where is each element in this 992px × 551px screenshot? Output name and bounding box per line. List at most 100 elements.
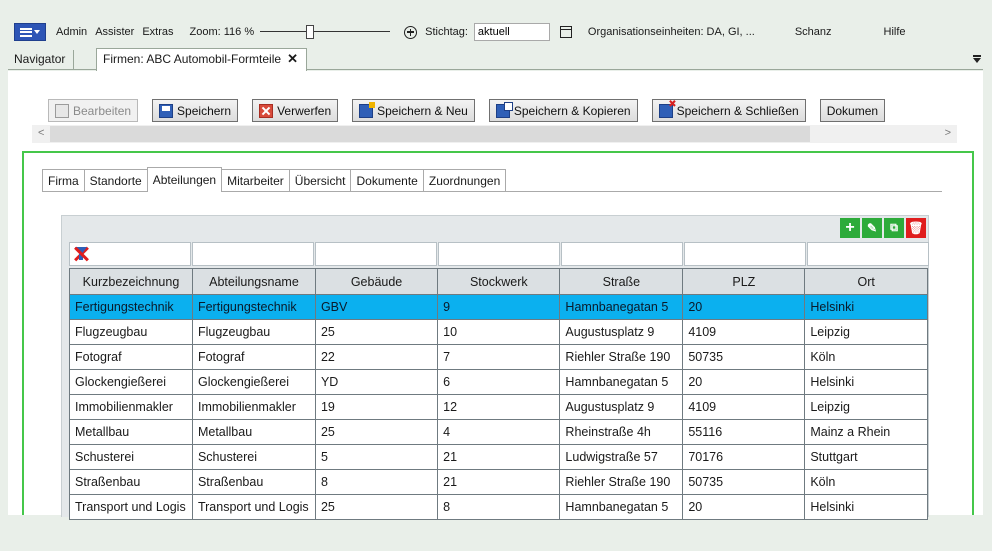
table-row[interactable]: Fotograf Fotograf 22 7 Riehler Straße 190 507…	[69, 344, 928, 370]
departments-grid: + ✎ ⧉ 🗑 Kurzbezeichnung Abteilungsname G…	[61, 215, 929, 520]
filter-plz[interactable]	[684, 242, 806, 266]
filter-stockwerk[interactable]	[438, 242, 560, 266]
add-row-icon[interactable]: +	[840, 218, 860, 238]
copy-row-icon[interactable]: ⧉	[884, 218, 904, 238]
table-cell: Metallbau	[69, 419, 193, 445]
grid-action-buttons: + ✎ ⧉ 🗑	[840, 218, 926, 238]
company-detail-panel: Firma Standorte Abteilungen Mitarbeiter …	[22, 151, 974, 520]
user-menu[interactable]: Schanz	[795, 26, 832, 38]
menu-admin[interactable]: Admin	[56, 26, 87, 38]
calendar-icon[interactable]	[559, 26, 572, 38]
edit-row-icon[interactable]: ✎	[862, 218, 882, 238]
save-and-close-button[interactable]: Speichern & Schließen	[651, 99, 806, 122]
table-cell: Fotograf	[69, 344, 193, 370]
main-content: Bearbeiten Speichern Verwerfen Speichern…	[8, 71, 983, 520]
column-header[interactable]: Stockwerk	[437, 268, 561, 295]
table-cell: 22	[314, 344, 439, 370]
column-header[interactable]: PLZ	[682, 268, 806, 295]
filter-strasse[interactable]	[561, 242, 683, 266]
stichtag-label: Stichtag:	[425, 26, 468, 38]
table-cell: Metallbau	[191, 419, 316, 445]
table-cell: 55116	[682, 419, 806, 445]
table-cell: Hamnbanegatan 5	[559, 369, 684, 395]
scrollbar-thumb[interactable]	[50, 126, 810, 142]
table-row[interactable]: Immobilienmakler Immobilienmakler 19 12 Augu…	[69, 394, 928, 420]
table-row[interactable]: Glockengießerei Glockengießerei YD 6 Hamnban…	[69, 369, 928, 395]
clear-filter-icon[interactable]	[72, 245, 90, 263]
menu-extras[interactable]: Extras	[142, 26, 173, 38]
save-and-copy-button[interactable]: Speichern & Kopieren	[488, 99, 638, 122]
table-cell: Rheinstraße 4h	[559, 419, 684, 445]
save-close-icon	[658, 99, 677, 118]
table-cell: Helsinki	[804, 494, 928, 520]
zoom-in-icon[interactable]	[404, 25, 418, 39]
save-and-new-label: Speichern & Neu	[377, 103, 468, 118]
save-new-icon	[359, 101, 376, 118]
close-icon[interactable]: ✕	[287, 52, 298, 71]
table-row[interactable]: Metallbau Metallbau 25 4 Rheinstraße 4h 55116…	[69, 419, 928, 445]
zoom-slider-thumb[interactable]	[306, 25, 315, 39]
filter-abteilungsname[interactable]	[192, 242, 314, 266]
edit-button[interactable]: Bearbeiten	[48, 99, 139, 122]
table-row[interactable]: Transport und Logis Transport und Logis 25…	[69, 494, 928, 520]
document-tab-label: Firmen: ABC Automobil-Formteile	[103, 52, 282, 66]
save-button[interactable]: Speichern	[152, 99, 239, 122]
tab-mitarbeiter[interactable]: Mitarbeiter	[221, 169, 290, 191]
table-cell: 25	[314, 319, 439, 345]
table-cell: Leipzig	[804, 394, 928, 420]
table-row[interactable]: Fertigungstechnik Fertigungstechnik GBV 9 Ha…	[69, 294, 928, 320]
scroll-right-icon[interactable]: >	[945, 127, 951, 139]
edit-icon	[55, 103, 69, 118]
document-tab-firmen[interactable]: Firmen: ABC Automobil-Formteile ✕	[96, 48, 307, 71]
table-row[interactable]: Schusterei Schusterei 5 21 Ludwigstraße 57 70…	[69, 444, 928, 470]
table-cell: Immobilienmakler	[191, 394, 316, 420]
table-cell: Fertigungstechnik	[191, 294, 316, 320]
help-menu[interactable]: Hilfe	[884, 26, 906, 38]
column-header[interactable]: Kurzbezeichnung	[69, 268, 193, 295]
table-cell: GBV	[314, 294, 439, 320]
navigator-tab[interactable]: Navigator	[8, 50, 75, 70]
tab-list-dropdown-icon[interactable]	[973, 55, 981, 63]
filter-ort[interactable]	[807, 242, 929, 266]
documents-button[interactable]: Dokumen	[819, 99, 886, 122]
table-cell: Helsinki	[804, 294, 928, 320]
discard-button[interactable]: Verwerfen	[252, 99, 339, 122]
table-row[interactable]: Flugzeugbau Flugzeugbau 25 10 Augustusplatz …	[69, 319, 928, 345]
table-cell: 7	[437, 344, 561, 370]
table-cell: Transport und Logis	[191, 494, 316, 520]
table-cell: 5	[314, 444, 439, 470]
table-cell: Augustusplatz 9	[559, 319, 684, 345]
tab-standorte[interactable]: Standorte	[83, 169, 148, 191]
documents-button-label: Dokumen	[826, 103, 879, 118]
zoom-slider[interactable]	[260, 23, 391, 41]
org-units-selector[interactable]: Organisationseinheiten: DA, GI, ...	[588, 26, 755, 38]
stichtag-input[interactable]	[473, 23, 550, 41]
column-header[interactable]: Straße	[559, 268, 684, 295]
tab-firma[interactable]: Firma	[42, 169, 85, 191]
save-and-copy-label: Speichern & Kopieren	[513, 103, 631, 118]
zoom-slider-track	[260, 31, 391, 32]
filter-kurzbezeichnung[interactable]	[69, 242, 191, 266]
tab-abteilungen[interactable]: Abteilungen	[146, 167, 223, 192]
departments-table: Kurzbezeichnung Abteilungsname Gebäude Stoc…	[69, 268, 928, 520]
toolbar-horizontal-scrollbar[interactable]: < >	[32, 125, 957, 143]
menu-assister[interactable]: Assister	[95, 26, 134, 38]
tab-dokumente[interactable]: Dokumente	[350, 169, 424, 191]
table-cell: Fotograf	[191, 344, 316, 370]
app-menu-button[interactable]	[14, 23, 46, 41]
table-cell: 8	[314, 469, 439, 495]
tab-uebersicht[interactable]: Übersicht	[288, 169, 352, 191]
column-header[interactable]: Ort	[804, 268, 928, 295]
tab-zuordnungen[interactable]: Zuordnungen	[422, 169, 507, 191]
delete-row-icon[interactable]: 🗑	[906, 218, 926, 238]
table-row[interactable]: Straßenbau Straßenbau 8 21 Riehler Straße 19…	[69, 469, 928, 495]
table-cell: Flugzeugbau	[191, 319, 316, 345]
column-header[interactable]: Gebäude	[314, 268, 439, 295]
column-header[interactable]: Abteilungsname	[191, 268, 316, 295]
table-cell: 20	[682, 494, 806, 520]
save-and-new-button[interactable]: Speichern & Neu	[352, 99, 475, 122]
scroll-left-icon[interactable]: <	[38, 127, 44, 139]
table-cell: Glockengießerei	[191, 369, 316, 395]
table-cell: Köln	[804, 344, 928, 370]
filter-gebaeude[interactable]	[315, 242, 437, 266]
